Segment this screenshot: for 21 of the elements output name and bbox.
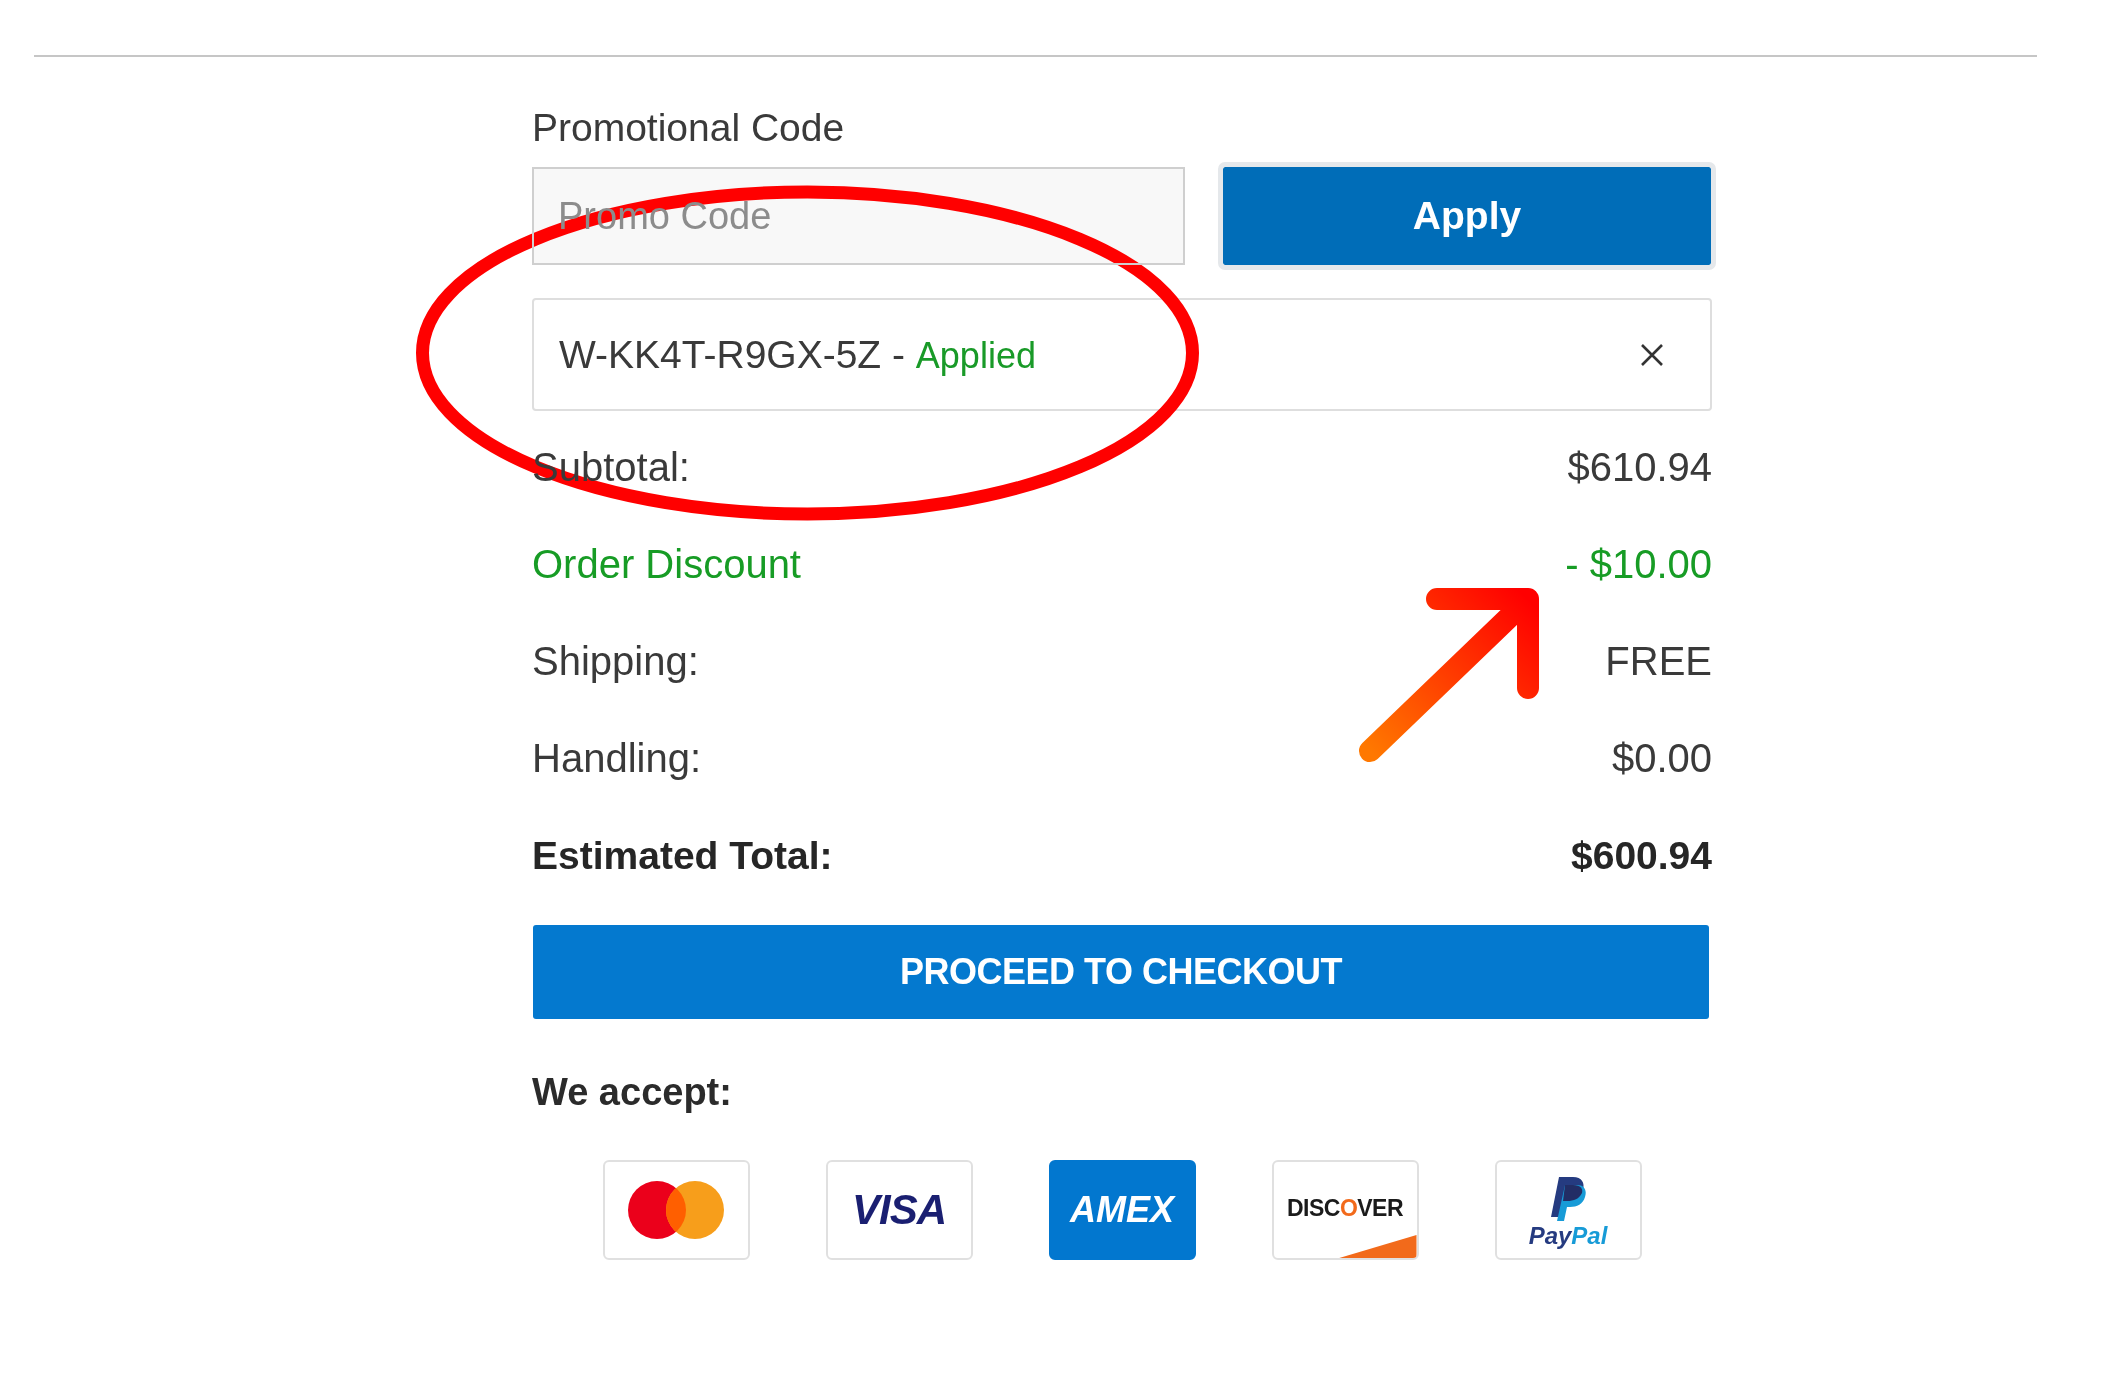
summary-value: $0.00	[1611, 736, 1712, 781]
summary-value: FREE	[1605, 639, 1712, 684]
p-mark-icon	[1550, 1176, 1586, 1221]
summary-value: - $10.00	[1565, 542, 1712, 587]
payment-methods-label: We accept:	[532, 1070, 732, 1115]
summary-value: $600.94	[1571, 833, 1712, 878]
apply-button[interactable]: Apply	[1218, 162, 1716, 270]
amex-logo: AMEX	[1070, 1192, 1174, 1228]
applied-code-text: W-KK4T-R9GX-5Z - Applied	[559, 332, 1036, 377]
checkout-button[interactable]: PROCEED TO CHECKOUT	[533, 925, 1709, 1019]
paypal-logo: PayPal	[1528, 1223, 1608, 1248]
discover-logo: DISCOVER	[1286, 1196, 1404, 1220]
visa-logo: VISA	[852, 1189, 946, 1231]
promo-code-label: Promotional Code	[532, 105, 845, 150]
summary-value: $610.94	[1567, 445, 1712, 490]
summary-label: Shipping:	[532, 639, 699, 684]
overlapping-circles-icon	[628, 1181, 724, 1239]
summary-label: Handling:	[532, 736, 701, 781]
summary-label: Order Discount	[532, 542, 801, 587]
close-icon[interactable]	[1640, 342, 1664, 367]
summary-label: Estimated Total:	[532, 833, 833, 878]
